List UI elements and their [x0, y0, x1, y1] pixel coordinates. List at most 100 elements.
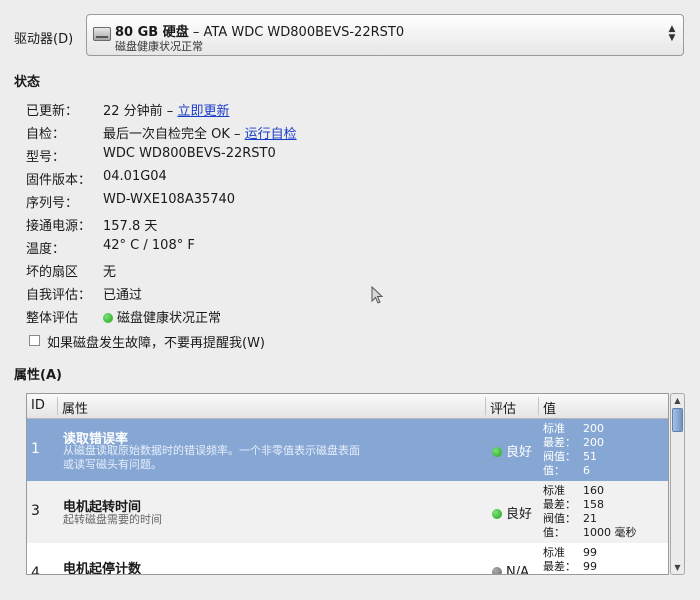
value-worst: 最差： 99	[543, 560, 597, 574]
value-number: 99	[583, 546, 597, 559]
chevron-up-down-icon: ▲ ▼	[668, 24, 676, 43]
status-value-text: 22 分钟前 –	[103, 104, 178, 119]
value-threshold: 阀值： 21	[543, 512, 637, 526]
status-key: 自我评估：	[26, 288, 92, 303]
scroll-down-arrow-icon[interactable]: ▼	[671, 561, 684, 574]
dont-warn-checkbox[interactable]	[29, 335, 40, 346]
column-separator	[538, 397, 539, 415]
value-normalized: 标准 160	[543, 484, 637, 498]
status-value: WDC WD800BEVS-22RST0	[103, 146, 276, 161]
value-normalized: 标准 99	[543, 546, 597, 560]
value-number: 99	[583, 560, 597, 573]
status-value: 04.01G04	[103, 169, 167, 184]
healthy-status-icon	[103, 313, 113, 323]
attribute-description: 起转磁盘需要的时间	[63, 513, 162, 526]
dont-warn-label[interactable]: 如果磁盘发生故障，不要再提醒我(W)	[47, 332, 265, 351]
attributes-section-title: 属性(A)	[14, 368, 62, 383]
assessment-text: 良好	[506, 507, 533, 522]
value-key: 阀值：	[543, 512, 576, 525]
table-header: ID 属性 评估 值	[27, 394, 668, 419]
column-header-assessment[interactable]: 评估	[490, 398, 516, 417]
value-number: 6	[583, 464, 590, 477]
value-worst: 最差： 158	[543, 498, 637, 512]
update-now-link[interactable]: 立即更新	[177, 104, 229, 119]
value-threshold: 阀值： 51	[543, 450, 604, 464]
drive-combobox[interactable]: 80 GB 硬盘 – ATA WDC WD800BEVS-22RST0 磁盘健康…	[86, 14, 684, 56]
status-value: 已通过	[103, 288, 143, 303]
value-number: 1000 毫秒	[583, 526, 637, 539]
unknown-status-icon	[492, 567, 502, 574]
status-row-model: 型号： WDC WD800BEVS-22RST0	[26, 146, 446, 166]
status-value: 22 分钟前 – 立即更新	[103, 100, 229, 119]
status-value-text: 最后一次自检完全 OK –	[103, 127, 245, 142]
status-section-title: 状态	[14, 75, 41, 90]
value-key: 最差：	[543, 498, 576, 511]
value-key: 阀值：	[543, 450, 576, 463]
scroll-up-arrow-icon[interactable]: ▲	[671, 394, 684, 407]
value-normalized: 标准 200	[543, 422, 604, 436]
attribute-name: 电机起停计数	[63, 562, 142, 575]
status-row-firmware: 固件版本： 04.01G04	[26, 169, 446, 189]
mouse-pointer-icon	[371, 286, 384, 304]
status-value: 无	[103, 265, 117, 280]
attribute-description: 从磁盘读取原始数据时的错误频率。一个非零值表示磁盘表面	[63, 444, 360, 457]
assessment-text: N/A	[506, 565, 529, 575]
column-header-id[interactable]: ID	[31, 398, 45, 413]
value-key: 值：	[543, 526, 565, 539]
status-value: 157.8 天	[103, 219, 158, 234]
status-key: 序列号：	[26, 196, 79, 211]
attributes-table[interactable]: ID 属性 评估 值 1 读取错误率 从磁盘读取原始数据时的错误频率。一个非零值…	[26, 393, 669, 575]
drive-model: – ATA WDC WD800BEVS-22RST0	[188, 25, 405, 40]
drive-label: 驱动器(D)	[14, 32, 74, 47]
table-row[interactable]: 4 电机起停计数 N/A 标准 99 最差： 99	[27, 543, 668, 575]
value-worst: 最差： 200	[543, 436, 604, 450]
value-number: 200	[583, 422, 604, 435]
status-key: 已更新：	[26, 104, 79, 119]
status-row-selftest: 自检： 最后一次自检完全 OK – 运行自检	[26, 123, 446, 143]
value-number: 200	[583, 436, 604, 449]
value-key: 值：	[543, 464, 565, 477]
value-number: 160	[583, 484, 604, 497]
status-row-serial: 序列号： WD-WXE108A35740	[26, 192, 446, 212]
status-value-text: 磁盘健康状况正常	[117, 311, 222, 326]
column-header-name[interactable]: 属性	[62, 398, 88, 417]
value-key: 最差：	[543, 436, 576, 449]
attribute-assessment: N/A	[492, 565, 529, 575]
status-value: WD-WXE108A35740	[103, 192, 236, 207]
table-scrollbar[interactable]: ▲ ▼	[670, 393, 685, 575]
run-selftest-link[interactable]: 运行自检	[245, 127, 297, 142]
attribute-values: 标准 200 最差： 200 阀值： 51 值： 6	[543, 422, 604, 478]
status-row-temperature: 温度： 42° C / 108° F	[26, 238, 446, 258]
column-separator	[485, 397, 486, 415]
attribute-description: 或读写磁头有问题。	[63, 458, 162, 471]
status-row-power-on: 接通电源： 157.8 天	[26, 215, 446, 235]
status-key: 坏的扇区	[26, 265, 79, 280]
status-value: 42° C / 108° F	[103, 238, 195, 253]
drive-health-subtitle: 磁盘健康状况正常	[115, 40, 203, 53]
value-key: 最差：	[543, 560, 576, 573]
status-value: 磁盘健康状况正常	[103, 307, 221, 326]
column-header-value[interactable]: 值	[543, 398, 556, 417]
attribute-id: 4	[31, 565, 40, 575]
table-row[interactable]: 1 读取错误率 从磁盘读取原始数据时的错误频率。一个非零值表示磁盘表面 或读写磁…	[27, 419, 668, 481]
status-key: 自检：	[26, 127, 66, 142]
value-raw: 值： 6	[543, 464, 604, 478]
attribute-id: 1	[31, 441, 40, 457]
assessment-text: 良好	[506, 445, 533, 460]
value-number: 21	[583, 512, 597, 525]
good-status-icon	[492, 509, 502, 519]
value-number: 158	[583, 498, 604, 511]
column-separator	[57, 397, 58, 415]
status-key: 整体评估	[26, 311, 79, 326]
value-key: 标准	[543, 484, 565, 497]
scroll-thumb[interactable]	[672, 408, 683, 432]
good-status-icon	[492, 447, 502, 457]
status-key: 型号：	[26, 150, 66, 165]
value-raw: 值： 1000 毫秒	[543, 526, 637, 540]
status-value: 最后一次自检完全 OK – 运行自检	[103, 123, 297, 142]
status-row-bad-sectors: 坏的扇区 无	[26, 261, 446, 281]
value-key: 标准	[543, 422, 565, 435]
table-row[interactable]: 3 电机起转时间 起转磁盘需要的时间 良好 标准 160 最差： 158 阀值： 21…	[27, 481, 668, 543]
attribute-assessment: 良好	[492, 503, 532, 522]
hard-disk-icon	[93, 27, 111, 41]
